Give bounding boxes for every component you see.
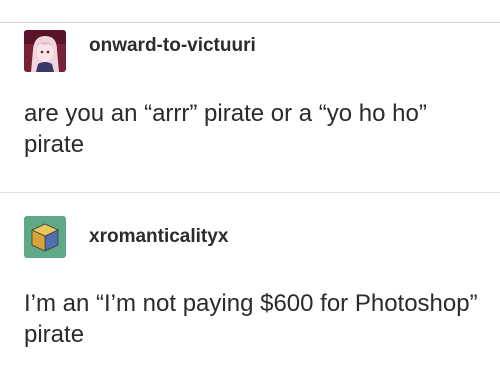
- username[interactable]: onward-to-victuuri: [89, 35, 256, 57]
- anime-character-avatar-icon: [24, 30, 66, 72]
- cube-avatar-icon: [24, 216, 66, 258]
- post-text: I’m an “I’m not paying $600 for Photosho…: [24, 290, 478, 348]
- post-2: xromanticalityx I’m an “I’m not paying $…: [0, 193, 500, 376]
- post-text: are you an “arrr” pirate or a “yo ho ho”…: [24, 100, 427, 158]
- post-1: onward-to-victuuri are you an “arrr” pir…: [0, 23, 500, 193]
- username[interactable]: xromanticalityx: [89, 226, 228, 248]
- avatar[interactable]: [24, 216, 66, 258]
- avatar[interactable]: [24, 30, 66, 72]
